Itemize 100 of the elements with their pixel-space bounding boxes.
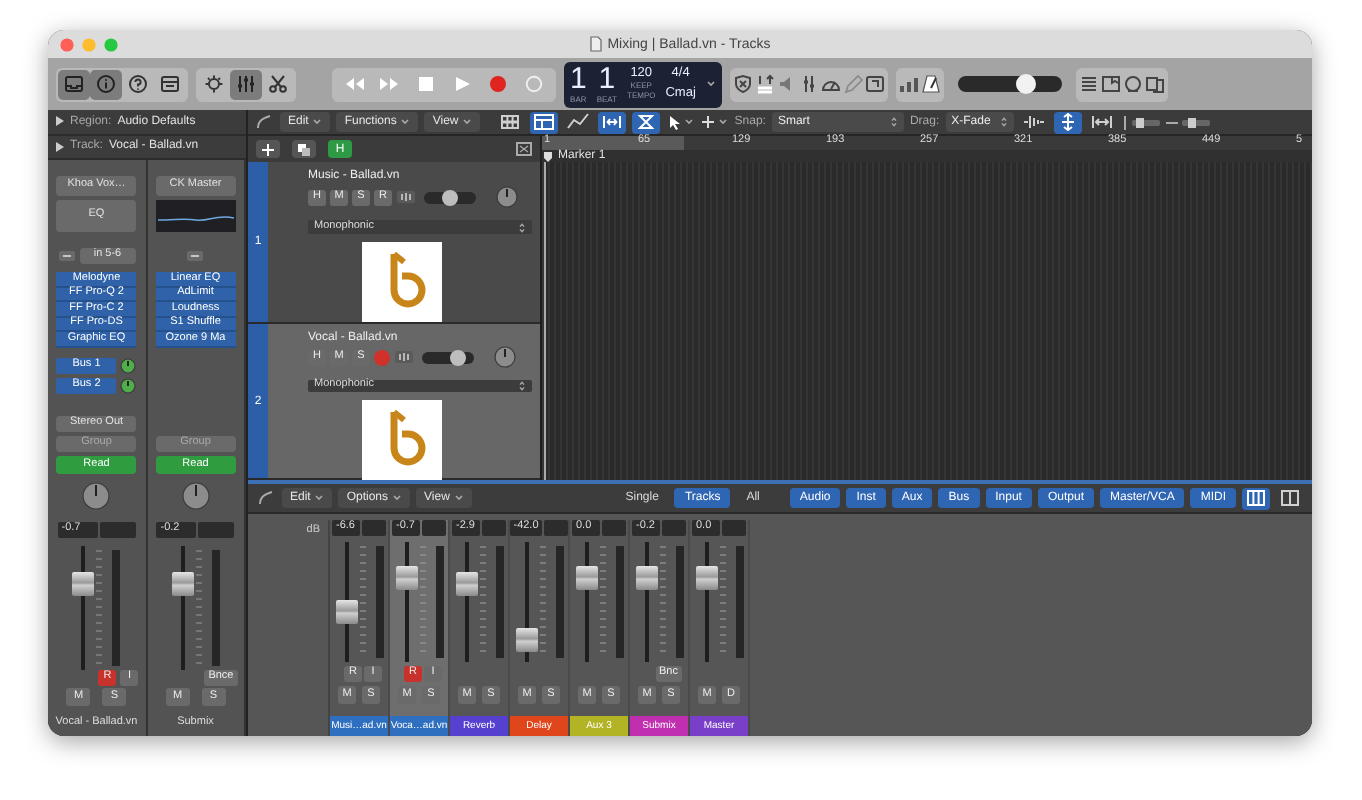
fader-handle[interactable] bbox=[335, 599, 357, 624]
disclosure-icon[interactable] bbox=[56, 141, 64, 152]
peak-readout bbox=[362, 520, 386, 536]
level-meter bbox=[555, 546, 563, 658]
automation-button[interactable] bbox=[564, 111, 593, 133]
pointer-tool-button[interactable] bbox=[666, 114, 695, 130]
fader-scale bbox=[195, 550, 204, 666]
waveform-icon bbox=[1021, 112, 1046, 132]
pan-knob[interactable] bbox=[181, 482, 210, 510]
zoom-slider[interactable] bbox=[1181, 119, 1210, 125]
fit-button[interactable] bbox=[1053, 111, 1082, 133]
columns-icon bbox=[1244, 488, 1268, 508]
pan-knob[interactable] bbox=[82, 482, 111, 510]
chevron-icon bbox=[392, 494, 403, 502]
fader-scale bbox=[96, 550, 105, 666]
toolbar-icon bbox=[158, 74, 182, 94]
shield-icon[interactable] bbox=[731, 74, 754, 94]
chevron-icon bbox=[718, 118, 729, 126]
grid-button[interactable] bbox=[496, 111, 525, 133]
chevron-icon[interactable] bbox=[705, 80, 716, 88]
square-icon[interactable] bbox=[863, 74, 886, 94]
level-meter bbox=[735, 546, 743, 658]
peak-readout bbox=[482, 520, 506, 536]
level-meter bbox=[495, 546, 503, 658]
flex-button[interactable] bbox=[632, 111, 661, 133]
bar-value: 1 bbox=[570, 64, 587, 94]
disclosure-icon[interactable] bbox=[56, 116, 64, 127]
waveform-button[interactable] bbox=[1019, 111, 1048, 133]
vertical-zoom-icon bbox=[1121, 115, 1128, 129]
fader-handle[interactable] bbox=[72, 571, 95, 595]
fader-handle[interactable] bbox=[575, 566, 597, 590]
record-icon bbox=[486, 74, 510, 94]
fader-handle[interactable] bbox=[695, 566, 717, 590]
slider-thumb[interactable] bbox=[442, 189, 458, 205]
logo-image bbox=[362, 242, 442, 322]
chevron-icon bbox=[312, 118, 323, 126]
volume-slider[interactable] bbox=[422, 351, 474, 363]
level-meter bbox=[112, 550, 121, 666]
fader-handle[interactable] bbox=[635, 566, 657, 590]
slider-thumb[interactable] bbox=[449, 349, 465, 365]
browser-icon[interactable] bbox=[1143, 74, 1166, 94]
slider-thumb[interactable] bbox=[1136, 117, 1145, 127]
rewind-icon bbox=[342, 74, 366, 94]
slider-thumb[interactable] bbox=[1016, 74, 1037, 94]
peak-readout bbox=[422, 520, 446, 536]
list-icon[interactable] bbox=[1077, 74, 1100, 94]
pan-knob[interactable] bbox=[494, 346, 516, 368]
horizontal-zoom-icon bbox=[1165, 119, 1178, 125]
fader-scale bbox=[359, 546, 367, 658]
logo-image bbox=[362, 400, 442, 480]
library-icon bbox=[62, 74, 86, 94]
fader-handle[interactable] bbox=[515, 628, 537, 653]
updown-chevron-icon bbox=[518, 221, 526, 233]
send-knob[interactable] bbox=[120, 378, 137, 394]
slider-thumb[interactable] bbox=[1187, 117, 1196, 127]
send-knob[interactable] bbox=[120, 358, 137, 374]
fader-track[interactable] bbox=[335, 542, 357, 662]
plus-icon bbox=[262, 143, 274, 155]
peak-readout bbox=[198, 522, 235, 538]
notepad-icon[interactable] bbox=[1099, 74, 1122, 94]
volume-slider[interactable] bbox=[957, 76, 1062, 92]
level-meter bbox=[435, 546, 443, 658]
fader-track[interactable] bbox=[395, 542, 417, 662]
fader-handle[interactable] bbox=[455, 572, 477, 597]
updown-chevron-icon bbox=[518, 380, 526, 392]
zoom-slider[interactable] bbox=[1131, 119, 1160, 125]
fader-handle[interactable] bbox=[395, 566, 417, 590]
cycle-icon bbox=[522, 74, 546, 94]
eq-curve-display[interactable] bbox=[155, 200, 236, 232]
play-icon bbox=[450, 74, 474, 94]
curve-icon[interactable] bbox=[254, 114, 274, 130]
peak-readout bbox=[662, 520, 686, 536]
chevron-icon bbox=[462, 118, 473, 126]
fader-handle[interactable] bbox=[171, 571, 194, 595]
fit-width-button[interactable] bbox=[1087, 111, 1116, 133]
fader-scale bbox=[539, 546, 547, 658]
metronome-icon[interactable] bbox=[919, 74, 942, 94]
volume-slider[interactable] bbox=[424, 191, 476, 203]
updown-chevron-icon bbox=[999, 116, 1008, 128]
stop-icon bbox=[414, 74, 438, 94]
columns-button[interactable] bbox=[1242, 487, 1270, 509]
fader-scale bbox=[479, 546, 487, 658]
flex-icon bbox=[634, 112, 659, 132]
bars-up-icon[interactable] bbox=[753, 74, 776, 94]
chevron-icon bbox=[400, 118, 411, 126]
chevron-icon bbox=[684, 118, 695, 126]
list-button[interactable] bbox=[530, 111, 559, 133]
split-button[interactable] bbox=[1276, 487, 1304, 509]
automation-icon bbox=[566, 112, 591, 132]
pan-knob[interactable] bbox=[496, 186, 518, 208]
input-monitor-icon[interactable] bbox=[396, 190, 416, 204]
fast-forward-icon bbox=[378, 74, 402, 94]
input-monitor-icon[interactable] bbox=[394, 350, 414, 364]
marquee-tool-button[interactable] bbox=[700, 114, 729, 130]
library-button[interactable] bbox=[58, 69, 90, 99]
mixer-button[interactable] bbox=[230, 69, 262, 99]
curve-icon[interactable] bbox=[256, 490, 276, 506]
info-button[interactable] bbox=[90, 69, 122, 99]
mixer-icon bbox=[234, 74, 258, 94]
grid-icon bbox=[498, 112, 523, 132]
